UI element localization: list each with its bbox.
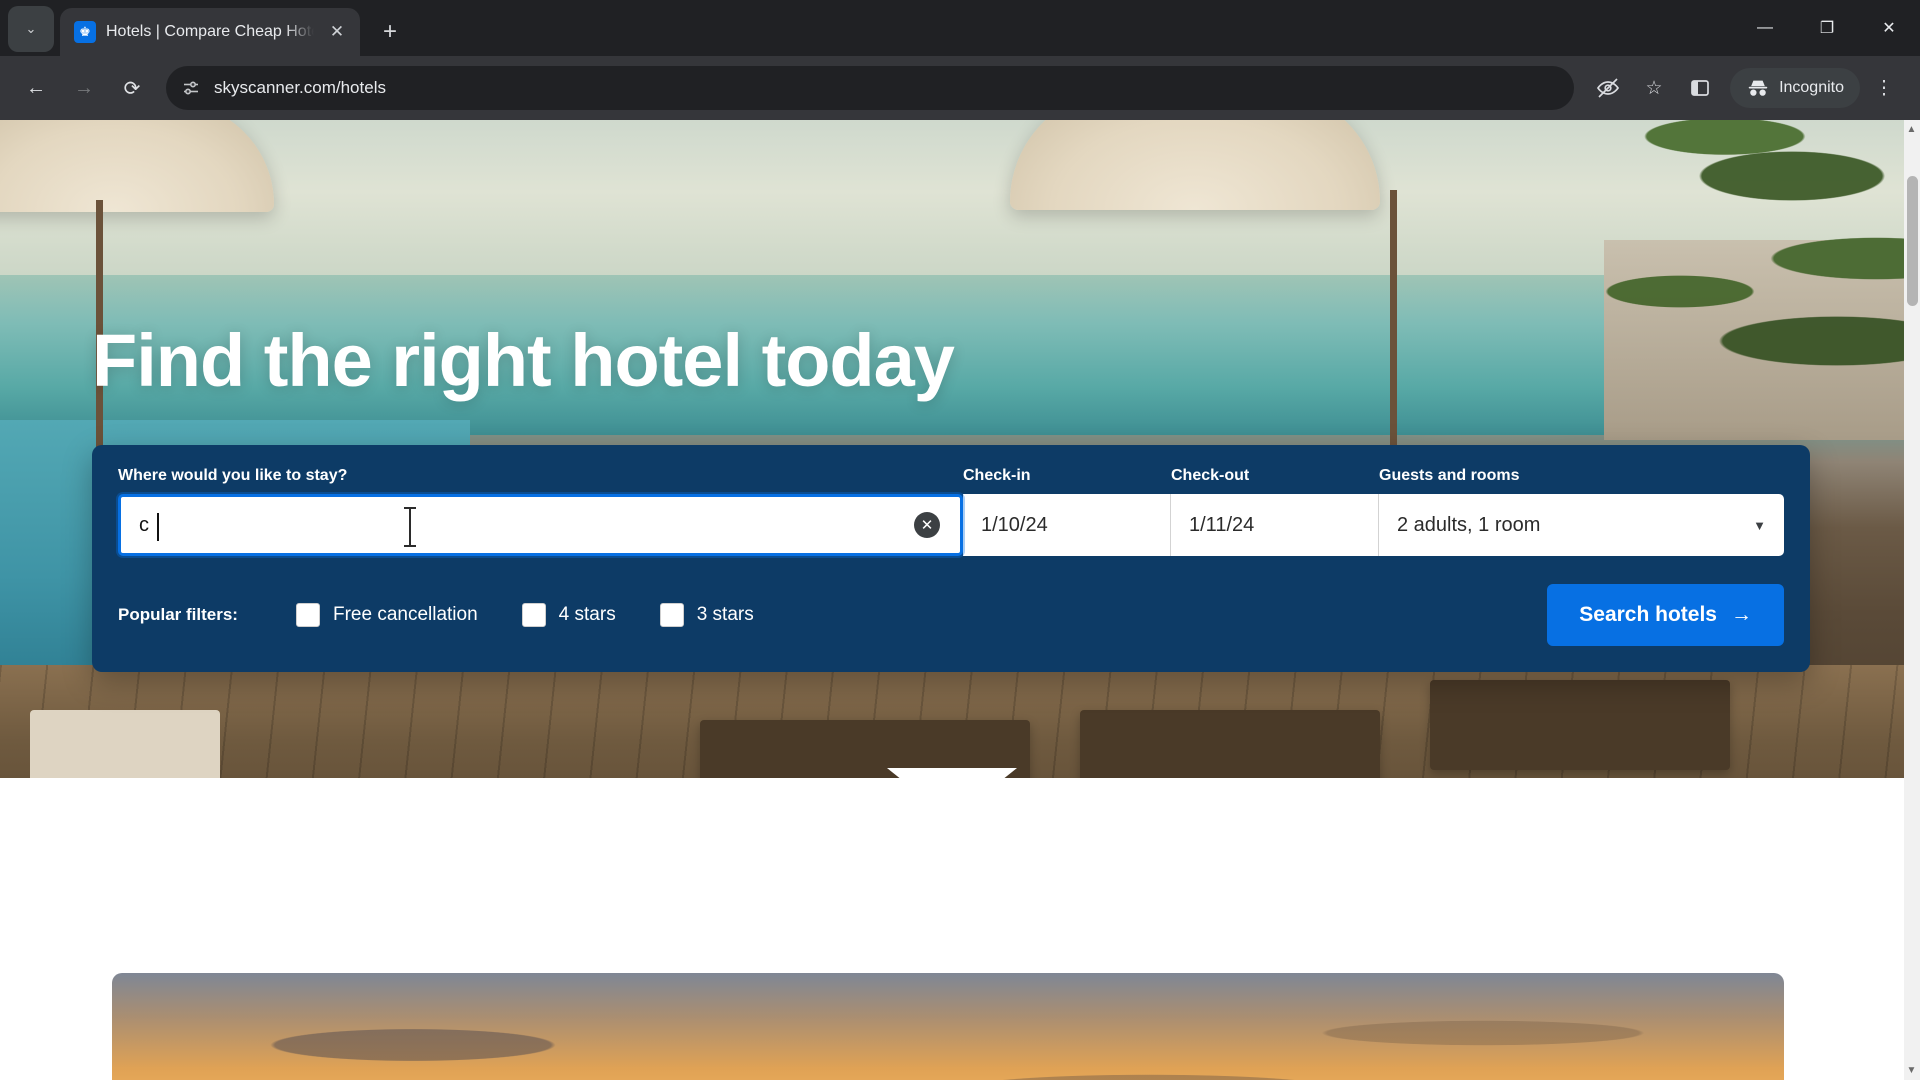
check-out-input[interactable]: 1/11/24	[1171, 494, 1379, 556]
reload-icon[interactable]: ⟳	[110, 66, 154, 110]
checkbox-icon[interactable]	[295, 603, 320, 627]
browser-toolbar: ← → ⟳ skyscanner.com/hotels ☆ Incognito …	[0, 56, 1920, 120]
page-scrollbar[interactable]: ▲ ▼	[1904, 120, 1920, 1080]
popular-filters-row: Popular filters: Free cancellation 4 sta…	[118, 584, 1784, 646]
filter-free-cancellation[interactable]: Free cancellation	[295, 603, 478, 627]
umbrella-pole	[1390, 190, 1397, 450]
tab-strip: ⌄ ♚ Hotels | Compare Cheap Hotel ✕ + — ❐…	[0, 0, 1920, 56]
side-panel-icon[interactable]	[1678, 66, 1722, 110]
maximize-button[interactable]: ❐	[1796, 0, 1858, 56]
back-icon[interactable]: ←	[14, 66, 58, 110]
destination-input[interactable]	[121, 497, 914, 553]
check-in-value: 1/10/24	[981, 513, 1048, 536]
window-controls: — ❐ ✕	[1734, 0, 1920, 56]
filter-label: 3 stars	[696, 604, 754, 625]
arrow-right-icon: →	[1731, 603, 1752, 626]
browser-tab[interactable]: ♚ Hotels | Compare Cheap Hotel ✕	[60, 8, 360, 56]
scroll-up-icon[interactable]: ▲	[1906, 124, 1917, 135]
filter-label: 4 stars	[558, 604, 616, 625]
sunset-clouds-decoration	[112, 973, 1784, 1080]
address-bar[interactable]: skyscanner.com/hotels	[166, 66, 1575, 110]
promo-section: Save on your up to	[0, 778, 1904, 1080]
skyscanner-logo-icon: ♚	[74, 21, 96, 43]
check-out-value: 1/11/24	[1189, 513, 1255, 536]
forward-icon[interactable]: →	[62, 66, 106, 110]
incognito-hat-icon	[1748, 80, 1768, 96]
scrollbar-thumb[interactable]	[1907, 176, 1918, 306]
check-out-label: Check-out	[1171, 467, 1250, 484]
guests-label: Guests and rooms	[1379, 467, 1520, 484]
close-icon[interactable]: ✕	[324, 19, 350, 45]
filter-4-stars[interactable]: 4 stars	[521, 603, 616, 627]
towel-decoration	[30, 710, 220, 778]
field-labels-row: Where would you like to stay? Check-in C…	[118, 467, 1784, 485]
site-settings-icon[interactable]	[180, 77, 202, 99]
clear-destination-icon[interactable]: ✕	[914, 512, 940, 538]
text-caret	[157, 513, 159, 541]
bookmark-icon[interactable]: ☆	[1632, 66, 1676, 110]
scroll-down-icon[interactable]: ▼	[1906, 1065, 1917, 1076]
new-tab-button[interactable]: +	[370, 12, 410, 52]
hero-banner: Find the right hotel today Where would y…	[0, 120, 1904, 778]
lounger-decoration	[1080, 710, 1380, 778]
popular-filters-label: Popular filters:	[118, 605, 238, 624]
fields-row: ✕ 1/10/24 1/11/24 2 adults, 1 room ▼	[118, 494, 1784, 556]
lounger-decoration	[1430, 680, 1730, 770]
search-button-label: Search hotels	[1579, 603, 1717, 626]
chevron-down-icon[interactable]: ▼	[1753, 518, 1766, 533]
hero-notch-decoration	[887, 768, 1017, 778]
destination-label: Where would you like to stay?	[118, 467, 348, 484]
search-hotels-button[interactable]: Search hotels →	[1547, 584, 1784, 646]
tab-title: Hotels | Compare Cheap Hotel	[106, 23, 314, 40]
incognito-indicator[interactable]: Incognito	[1730, 68, 1860, 108]
umbrella-decoration	[1010, 120, 1380, 210]
page-title: Find the right hotel today	[92, 319, 955, 402]
palm-tree-decoration	[1344, 120, 1904, 440]
guests-value: 2 adults, 1 room	[1397, 513, 1541, 536]
toolbar-icons: ☆ Incognito ⋮	[1586, 66, 1906, 110]
guests-and-rooms-select[interactable]: 2 adults, 1 room ▼	[1379, 494, 1784, 556]
page-viewport: Find the right hotel today Where would y…	[0, 120, 1920, 1080]
menu-icon[interactable]: ⋮	[1862, 66, 1906, 110]
promo-card[interactable]: Save on your up to	[112, 973, 1784, 1080]
destination-field-wrapper[interactable]: ✕	[118, 494, 963, 556]
browser-window: ⌄ ♚ Hotels | Compare Cheap Hotel ✕ + — ❐…	[0, 0, 1920, 1080]
checkbox-icon[interactable]	[521, 603, 546, 627]
check-in-label: Check-in	[963, 467, 1031, 484]
hotel-search-card: Where would you like to stay? Check-in C…	[92, 445, 1810, 672]
url-text: skyscanner.com/hotels	[214, 78, 386, 97]
minimize-button[interactable]: —	[1734, 0, 1796, 56]
tab-search-chevron-icon[interactable]: ⌄	[8, 6, 54, 52]
checkbox-icon[interactable]	[659, 603, 684, 627]
filter-label: Free cancellation	[332, 604, 478, 625]
window-close-button[interactable]: ✕	[1858, 0, 1920, 56]
umbrella-decoration	[0, 120, 274, 212]
tracking-protection-icon[interactable]	[1586, 66, 1630, 110]
filter-3-stars[interactable]: 3 stars	[659, 603, 754, 627]
incognito-label: Incognito	[1779, 79, 1844, 96]
check-in-input[interactable]: 1/10/24	[963, 494, 1171, 556]
